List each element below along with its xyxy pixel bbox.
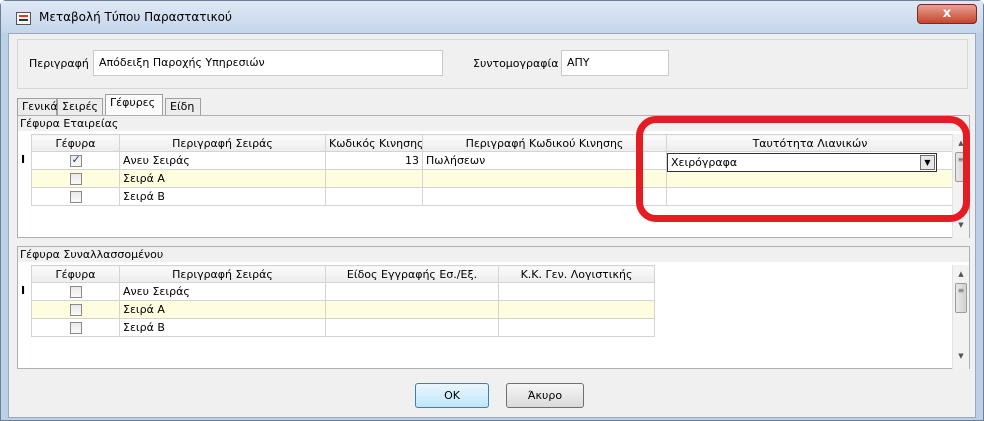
gl-code-cell[interactable] xyxy=(498,318,655,337)
scroll-down-icon[interactable]: ▼ xyxy=(953,218,969,232)
code-desc-cell[interactable] xyxy=(422,187,667,206)
scroll-thumb[interactable]: ≡ xyxy=(955,283,967,313)
series-cell[interactable]: Σειρά Β xyxy=(119,187,326,206)
code-cell[interactable] xyxy=(325,169,423,188)
window-title: Μεταβολή Τύπου Παραστατικού xyxy=(39,10,232,24)
dialog-window: Μεταβολή Τύπου Παραστατικού x Περιγραφή … xyxy=(0,0,984,421)
entry-type-cell[interactable] xyxy=(325,318,499,337)
bridge-checkbox[interactable] xyxy=(69,322,82,334)
retail-id-dropdown[interactable]: Χειρόγραφα ▼ xyxy=(667,153,937,172)
column-header[interactable]: Κωδικός Κινησης xyxy=(325,134,423,152)
partner-bridge-scrollbar[interactable]: ▲ ≡ ▼ xyxy=(952,265,969,369)
code-desc-cell[interactable]: Πωλήσεων xyxy=(422,151,667,170)
table-header: Γέφυρα Περιγραφή Σειράς Είδος Εγγραφής Ε… xyxy=(31,265,655,283)
column-header[interactable]: Γέφυρα xyxy=(31,265,120,283)
column-header[interactable]: Κ.Κ. Γεν. Λογιστικής xyxy=(498,265,655,283)
retail-id-cell[interactable] xyxy=(666,169,954,188)
bridge-checkbox[interactable] xyxy=(69,191,82,203)
series-cell[interactable]: Ανευ Σειράς xyxy=(119,282,326,301)
form-icon xyxy=(16,12,31,25)
company-bridge-title: Γέφυρα Εταιρείας xyxy=(20,117,119,130)
entry-type-cell[interactable] xyxy=(325,282,499,301)
code-cell[interactable]: 13 xyxy=(325,151,423,170)
partner-bridge-table: Γέφυρα Περιγραφή Σειράς Είδος Εγγραφής Ε… xyxy=(31,265,655,337)
company-bridge-panel: Γέφυρα Εταιρείας I Γέφυρα Περιγραφή Σειρ… xyxy=(17,115,970,238)
series-cell[interactable]: Σειρά Α xyxy=(119,169,326,188)
column-header[interactable]: Γέφυρα xyxy=(31,134,120,152)
code-cell[interactable] xyxy=(325,187,423,206)
table-row[interactable]: Σειρά Α xyxy=(31,300,655,319)
bridge-checkbox[interactable] xyxy=(69,304,82,316)
gl-code-cell[interactable] xyxy=(498,300,655,319)
partner-bridge-title: Γέφυρα Συναλλασσομένου xyxy=(20,248,164,261)
cancel-button[interactable]: Άκυρο xyxy=(506,383,584,408)
table-row[interactable]: Σειρά Β xyxy=(31,187,954,206)
table-row[interactable]: Σειρά Α xyxy=(31,169,954,188)
scroll-up-icon[interactable]: ▲ xyxy=(953,267,969,281)
retail-id-cell[interactable] xyxy=(666,187,954,206)
column-header[interactable]: Περιγραφή Κωδικού Κινησης xyxy=(422,134,667,152)
column-header[interactable]: Ταυτότητα Λιανικών xyxy=(666,134,954,152)
table-row[interactable]: Ανευ Σειράς xyxy=(31,282,655,301)
row-indicator: I xyxy=(21,153,26,166)
table-header: Γέφυρα Περιγραφή Σειράς Κωδικός Κινησης … xyxy=(31,134,954,152)
header-panel: Περιγραφή Απόδειξη Παροχής Υπηρεσιών Συν… xyxy=(17,39,968,89)
column-header[interactable]: Περιγραφή Σειράς xyxy=(119,134,326,152)
code-desc-cell[interactable] xyxy=(422,169,667,188)
bridge-checkbox[interactable] xyxy=(69,286,82,298)
scroll-down-icon[interactable]: ▼ xyxy=(953,349,969,363)
tab-general[interactable]: Γενικά xyxy=(17,98,58,115)
description-field[interactable]: Απόδειξη Παροχής Υπηρεσιών xyxy=(93,50,443,76)
gl-code-cell[interactable] xyxy=(498,282,655,301)
partner-bridge-panel: Γέφυρα Συναλλασσομένου I Γέφυρα Περιγραφ… xyxy=(17,246,970,369)
ok-button[interactable]: OK xyxy=(415,383,489,408)
tab-series[interactable]: Σειρές xyxy=(57,98,103,115)
abbreviation-field[interactable]: ΑΠΥ xyxy=(561,50,669,76)
scroll-thumb[interactable]: ≡ xyxy=(955,152,967,182)
column-header[interactable]: Περιγραφή Σειράς xyxy=(119,265,326,283)
company-bridge-scrollbar[interactable]: ▲ ≡ ▼ xyxy=(952,134,969,238)
scroll-up-icon[interactable]: ▲ xyxy=(953,136,969,150)
bridge-checkbox[interactable] xyxy=(69,173,82,185)
close-button[interactable]: x xyxy=(917,4,977,24)
series-cell[interactable]: Σειρά Α xyxy=(119,300,326,319)
abbreviation-label: Συντομογραφία xyxy=(473,57,559,70)
chevron-down-icon[interactable]: ▼ xyxy=(920,155,935,170)
title-bar[interactable]: Μεταβολή Τύπου Παραστατικού x xyxy=(1,1,983,33)
dialog-body: Περιγραφή Απόδειξη Παροχής Υπηρεσιών Συν… xyxy=(8,33,976,418)
series-cell[interactable]: Ανευ Σειράς xyxy=(119,151,326,170)
bridge-checkbox[interactable] xyxy=(69,153,82,167)
row-indicator: I xyxy=(21,284,26,297)
retail-id-value: Χειρόγραφα xyxy=(671,156,738,169)
tab-bridges[interactable]: Γέφυρες xyxy=(105,94,163,115)
tab-items[interactable]: Είδη xyxy=(165,98,201,115)
table-row[interactable]: Σειρά Β xyxy=(31,318,655,337)
series-cell[interactable]: Σειρά Β xyxy=(119,318,326,337)
column-header[interactable]: Είδος Εγγραφής Εσ./Εξ. xyxy=(325,265,499,283)
entry-type-cell[interactable] xyxy=(325,300,499,319)
description-label: Περιγραφή xyxy=(29,57,89,70)
